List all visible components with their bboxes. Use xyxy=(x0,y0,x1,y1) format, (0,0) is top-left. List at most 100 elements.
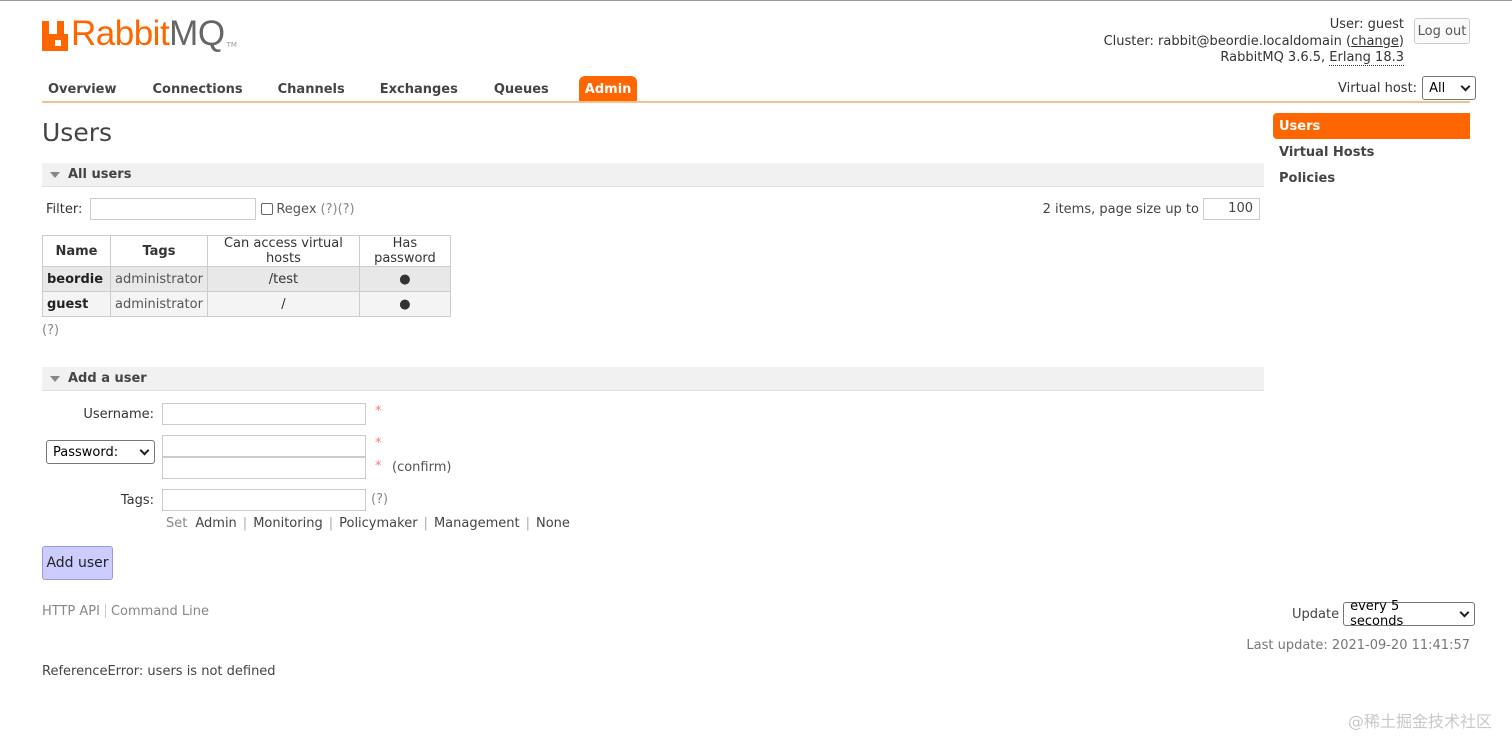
collapse-triangle-icon xyxy=(50,171,60,178)
tab-channels[interactable]: Channels xyxy=(278,76,345,102)
tab-admin[interactable]: Admin xyxy=(578,76,638,102)
watermark: @稀土掘金技术社区 xyxy=(1347,712,1492,731)
add-user-button[interactable]: Add user xyxy=(42,546,113,580)
page-title: Users xyxy=(42,118,113,147)
header-info: User: guest Cluster: rabbit@beordie.loca… xyxy=(1103,17,1404,66)
tag-preset-policymaker[interactable]: Policymaker xyxy=(339,516,417,531)
tag-presets: Set Admin | Monitoring | Policymaker | M… xyxy=(166,516,570,531)
tab-connections[interactable]: Connections xyxy=(153,76,243,102)
column-header-has-password: Has password xyxy=(358,235,451,267)
command-line-link[interactable]: Command Line xyxy=(111,604,209,619)
tag-preset-management[interactable]: Management xyxy=(434,516,520,531)
tag-preset-none[interactable]: None xyxy=(536,516,570,531)
collapse-triangle-icon xyxy=(50,375,60,382)
sidebar-item-users[interactable]: Users xyxy=(1273,113,1470,139)
page-size-row: 2 items, page size up to 100 xyxy=(1043,198,1260,220)
filter-label: Filter: xyxy=(46,201,83,217)
tags-help-link[interactable]: (?) xyxy=(371,492,388,507)
filter-input[interactable] xyxy=(90,198,257,220)
admin-sidebar: Users Virtual Hosts Policies xyxy=(1273,113,1470,191)
logo-text-mq: MQ xyxy=(169,14,225,53)
all-users-section-header[interactable]: All users xyxy=(42,163,1264,187)
virtual-host-label: Virtual host: xyxy=(1338,80,1418,96)
chevron-down-icon xyxy=(1460,81,1471,91)
user-name-link[interactable]: guest xyxy=(42,291,111,317)
rabbit-logo-icon xyxy=(42,21,68,51)
users-table: Name Tags Can access virtual hosts Has p… xyxy=(42,235,451,317)
update-interval-value: every 5 seconds xyxy=(1350,599,1404,629)
password-type-value: Password: xyxy=(53,444,119,460)
cluster-value: rabbit@beordie.localdomain xyxy=(1158,33,1342,49)
footer-links: HTTP API Command Line xyxy=(42,604,209,619)
chevron-down-icon xyxy=(139,445,150,455)
separator: | xyxy=(328,516,334,531)
change-cluster-link[interactable]: change xyxy=(1351,34,1399,49)
required-mark: * xyxy=(375,436,382,451)
logo-text-rabbit: Rabbit xyxy=(71,14,170,53)
rabbitmq-logo: RabbitMQ TM xyxy=(42,14,237,53)
table-help-link[interactable]: (?) xyxy=(42,323,59,338)
password-confirm-input[interactable] xyxy=(162,457,366,479)
password-input[interactable] xyxy=(162,435,366,457)
password-type-select[interactable]: Password: xyxy=(46,440,155,464)
add-user-section-header[interactable]: Add a user xyxy=(42,367,1264,391)
cluster-label: Cluster: xyxy=(1103,33,1154,49)
username-input[interactable] xyxy=(162,403,366,425)
all-users-title: All users xyxy=(68,167,132,182)
column-header-tags[interactable]: Tags xyxy=(110,235,208,267)
column-header-vhosts: Can access virtual hosts xyxy=(206,235,360,267)
username-label: Username: xyxy=(83,407,154,422)
add-user-title: Add a user xyxy=(68,371,147,386)
last-update-text: Last update: 2021-09-20 11:41:57 xyxy=(1246,638,1470,653)
regex-help-link[interactable]: (?)(?) xyxy=(321,202,355,217)
user-vhosts: / xyxy=(206,291,360,317)
http-api-link[interactable]: HTTP API xyxy=(42,604,100,619)
regex-checkbox[interactable] xyxy=(261,203,274,215)
tab-exchanges[interactable]: Exchanges xyxy=(380,76,458,102)
chevron-down-icon xyxy=(1459,607,1470,617)
virtual-host-value: All xyxy=(1429,80,1446,96)
update-row: Update every 5 seconds xyxy=(1292,599,1476,629)
table-row: beordie administrator /test ● xyxy=(42,266,451,292)
tag-preset-monitoring[interactable]: Monitoring xyxy=(253,516,323,531)
required-mark: * xyxy=(375,459,382,474)
update-label: Update xyxy=(1292,606,1340,622)
confirm-label: (confirm) xyxy=(392,460,452,475)
user-tags: administrator xyxy=(110,266,208,292)
error-message: ReferenceError: users is not defined xyxy=(42,664,276,679)
erlang-version: Erlang 18.3 xyxy=(1329,50,1404,66)
sidebar-item-policies[interactable]: Policies xyxy=(1273,165,1470,191)
tab-overview[interactable]: Overview xyxy=(48,76,117,102)
user-tags: administrator xyxy=(110,291,208,317)
separator: | xyxy=(423,516,428,531)
user-value: guest xyxy=(1367,17,1404,32)
tag-preset-admin[interactable]: Admin xyxy=(195,516,236,531)
virtual-host-select[interactable]: All xyxy=(1422,76,1477,100)
update-interval-select[interactable]: every 5 seconds xyxy=(1343,599,1476,629)
tags-label: Tags: xyxy=(120,493,154,508)
user-vhosts: /test xyxy=(206,266,360,292)
has-password-dot: ● xyxy=(358,266,451,292)
user-label: User: xyxy=(1329,17,1364,32)
regex-label: Regex xyxy=(276,201,317,217)
user-name-link[interactable]: beordie xyxy=(42,266,111,292)
logo-trademark: TM xyxy=(226,41,237,49)
version-text: RabbitMQ 3.6.5, xyxy=(1220,50,1326,65)
set-label: Set xyxy=(166,516,188,531)
tab-underline xyxy=(42,101,1470,103)
table-row: guest administrator / ● xyxy=(42,291,451,317)
column-header-name[interactable]: Name xyxy=(42,235,111,267)
logout-button[interactable]: Log out xyxy=(1414,18,1470,44)
required-mark: * xyxy=(375,404,382,419)
filter-row: Filter: Regex (?)(?) xyxy=(46,198,355,220)
tags-input[interactable] xyxy=(162,489,366,511)
tab-queues[interactable]: Queues xyxy=(494,76,549,102)
virtual-host-selector: Virtual host: All xyxy=(1338,76,1477,100)
footer-divider xyxy=(104,604,106,618)
has-password-dot: ● xyxy=(358,291,451,317)
separator: | xyxy=(242,516,248,531)
items-count-text: 2 items, page size up to xyxy=(1042,201,1199,217)
sidebar-item-virtual-hosts[interactable]: Virtual Hosts xyxy=(1273,139,1470,165)
page-size-input[interactable]: 100 xyxy=(1203,198,1260,220)
main-nav: Overview Connections Channels Exchanges … xyxy=(42,76,638,102)
